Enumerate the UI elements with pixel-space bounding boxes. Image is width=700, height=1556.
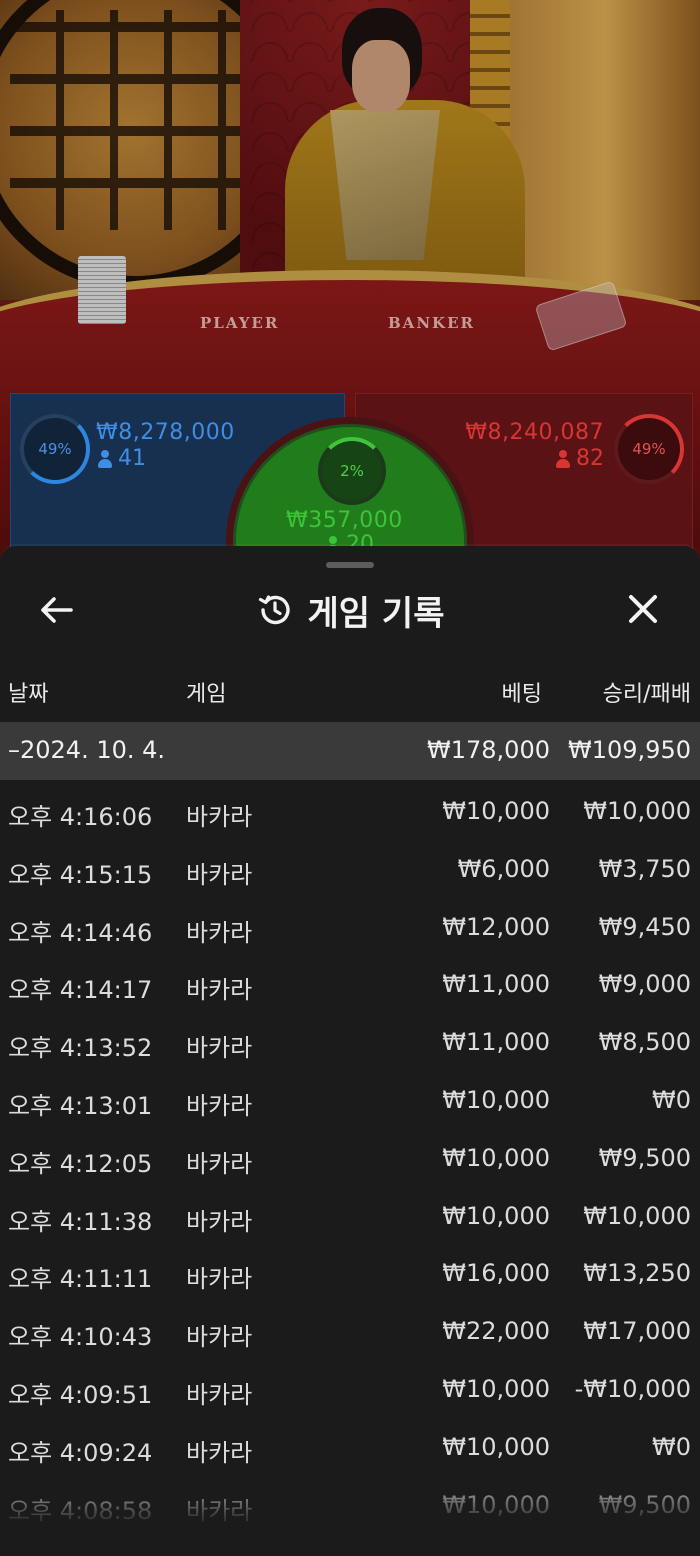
table-row[interactable]: 오후 4:14:46 바카라 ₩12,000 ₩9,450 [0,900,700,958]
player-count-value: 41 [118,446,146,471]
history-time: 오후 4:16:06 [8,803,153,831]
history-bet: ₩22,000 [442,1317,550,1346]
history-game: 바카라 [186,1380,253,1409]
history-result: ₩10,000 [583,1201,691,1230]
history-result: ₩9,450 [598,912,691,941]
history-bet: ₩16,000 [442,1259,550,1288]
history-result: ₩10,000 [583,797,691,825]
history-icon [258,595,290,625]
history-game: 바카라 [186,1207,253,1236]
history-game: 바카라 [186,976,253,1005]
history-game: 바카라 [186,1034,253,1063]
history-bet: ₩10,000 [442,1201,550,1230]
history-list: 오후 4:16:06 바카라 ₩10,000 ₩10,000 오후 4:15:15 바카라… [0,784,700,1535]
history-game: 바카라 [186,1149,253,1178]
table-row[interactable]: 오후 4:13:52 바카라 ₩11,000 ₩8,500 [0,1015,700,1073]
column-header-game: 게임 [186,682,227,707]
history-bet: ₩10,000 [442,1374,550,1403]
banker-bet-amount: ₩8,240,087 [465,420,604,445]
history-result: ₩9,500 [598,1143,691,1172]
banker-percent-ring: 49% [614,414,684,484]
day-group-win-total: ₩109,950 [568,736,691,764]
table-row[interactable]: 오후 4:11:11 바카라 ₩16,000 ₩13,250 [0,1246,700,1304]
history-result: ₩3,750 [598,854,691,883]
history-time: 오후 4:11:11 [8,1265,153,1294]
column-header-win-loss: 승리/패배 [602,682,691,707]
history-bet: ₩10,000 [442,1143,550,1172]
history-game: 바카라 [186,1438,253,1467]
table-row[interactable]: 오후 4:12:05 바카라 ₩10,000 ₩9,500 [0,1131,700,1189]
table-row[interactable]: 오후 4:08:58 바카라 ₩10,000 ₩9,500 [0,1478,700,1536]
banker-percent: 49% [632,440,666,458]
history-time: 오후 4:11:38 [8,1207,153,1236]
tie-percent-ring: 2% [318,437,386,505]
sheet-title: 게임 기록 [307,593,445,634]
banker-count-value: 82 [576,446,604,471]
history-bet: ₩11,000 [442,970,550,999]
column-header-date: 날짜 [8,682,49,707]
history-result: ₩17,000 [583,1317,691,1346]
history-game: 바카라 [186,803,253,831]
column-header-bet: 베팅 [501,682,542,707]
table-row[interactable]: 오후 4:11:38 바카라 ₩10,000 ₩10,000 [0,1189,700,1247]
history-bet: ₩11,000 [442,1028,550,1057]
sheet-drag-handle[interactable] [326,562,374,568]
history-game: 바카라 [186,860,253,889]
history-game: 바카라 [186,1496,253,1525]
history-result: ₩8,500 [598,1028,691,1057]
history-time: 오후 4:14:17 [8,976,153,1005]
table-row[interactable]: 오후 4:14:17 바카라 ₩11,000 ₩9,000 [0,957,700,1015]
sheet-header: 게임 기록 [0,585,700,635]
close-icon [629,595,657,623]
table-row[interactable]: 오후 4:15:15 바카라 ₩6,000 ₩3,750 [0,842,700,900]
history-result: ₩9,000 [598,970,691,999]
history-result: ₩0 [652,1085,691,1114]
player-bet-amount: ₩8,278,000 [96,420,235,445]
day-group-bet-total: ₩178,000 [427,736,550,764]
history-time: 오후 4:14:46 [8,918,153,947]
history-time: 오후 4:09:51 [8,1380,153,1409]
history-time: 오후 4:08:58 [8,1496,153,1525]
history-time: 오후 4:09:24 [8,1438,153,1467]
person-icon [98,449,112,468]
day-group-date: –2024. 10. 4. [8,736,166,764]
player-percent: 49% [38,440,72,458]
table-row[interactable]: 오후 4:16:06 바카라 ₩10,000 ₩10,000 [0,784,700,842]
player-count: 41 [98,446,146,471]
day-group-header[interactable]: –2024. 10. 4. ₩178,000 ₩109,950 [0,722,700,780]
history-time: 오후 4:10:43 [8,1323,153,1352]
history-time: 오후 4:12:05 [8,1149,153,1178]
tie-bet-amount: ₩357,000 [286,508,403,533]
history-game: 바카라 [186,1265,253,1294]
history-game: 바카라 [186,918,253,947]
history-game: 바카라 [186,1091,253,1120]
history-bet: ₩12,000 [442,912,550,941]
table-row[interactable]: 오후 4:09:51 바카라 ₩10,000 -₩10,000 [0,1362,700,1420]
banker-count: 82 [556,446,604,471]
history-result: -₩10,000 [574,1374,691,1403]
history-time: 오후 4:13:01 [8,1091,153,1120]
history-bet: ₩10,000 [442,1432,550,1461]
table-row[interactable]: 오후 4:10:43 바카라 ₩22,000 ₩17,000 [0,1304,700,1362]
history-bet: ₩6,000 [457,854,550,883]
table-row[interactable]: 오후 4:09:24 바카라 ₩10,000 ₩0 [0,1420,700,1478]
history-bet: ₩10,000 [442,797,550,825]
history-result: ₩9,500 [598,1490,691,1519]
history-bet: ₩10,000 [442,1490,550,1519]
history-result: ₩0 [652,1432,691,1461]
person-icon [556,449,570,468]
table-row[interactable]: 오후 4:13:01 바카라 ₩10,000 ₩0 [0,1073,700,1131]
close-button[interactable] [620,586,666,632]
tie-percent: 2% [340,462,364,480]
history-time: 오후 4:15:15 [8,860,153,889]
player-percent-ring: 49% [20,414,90,484]
history-result: ₩13,250 [583,1259,691,1288]
history-bet: ₩10,000 [442,1085,550,1114]
history-game: 바카라 [186,1323,253,1352]
history-time: 오후 4:13:52 [8,1034,153,1063]
